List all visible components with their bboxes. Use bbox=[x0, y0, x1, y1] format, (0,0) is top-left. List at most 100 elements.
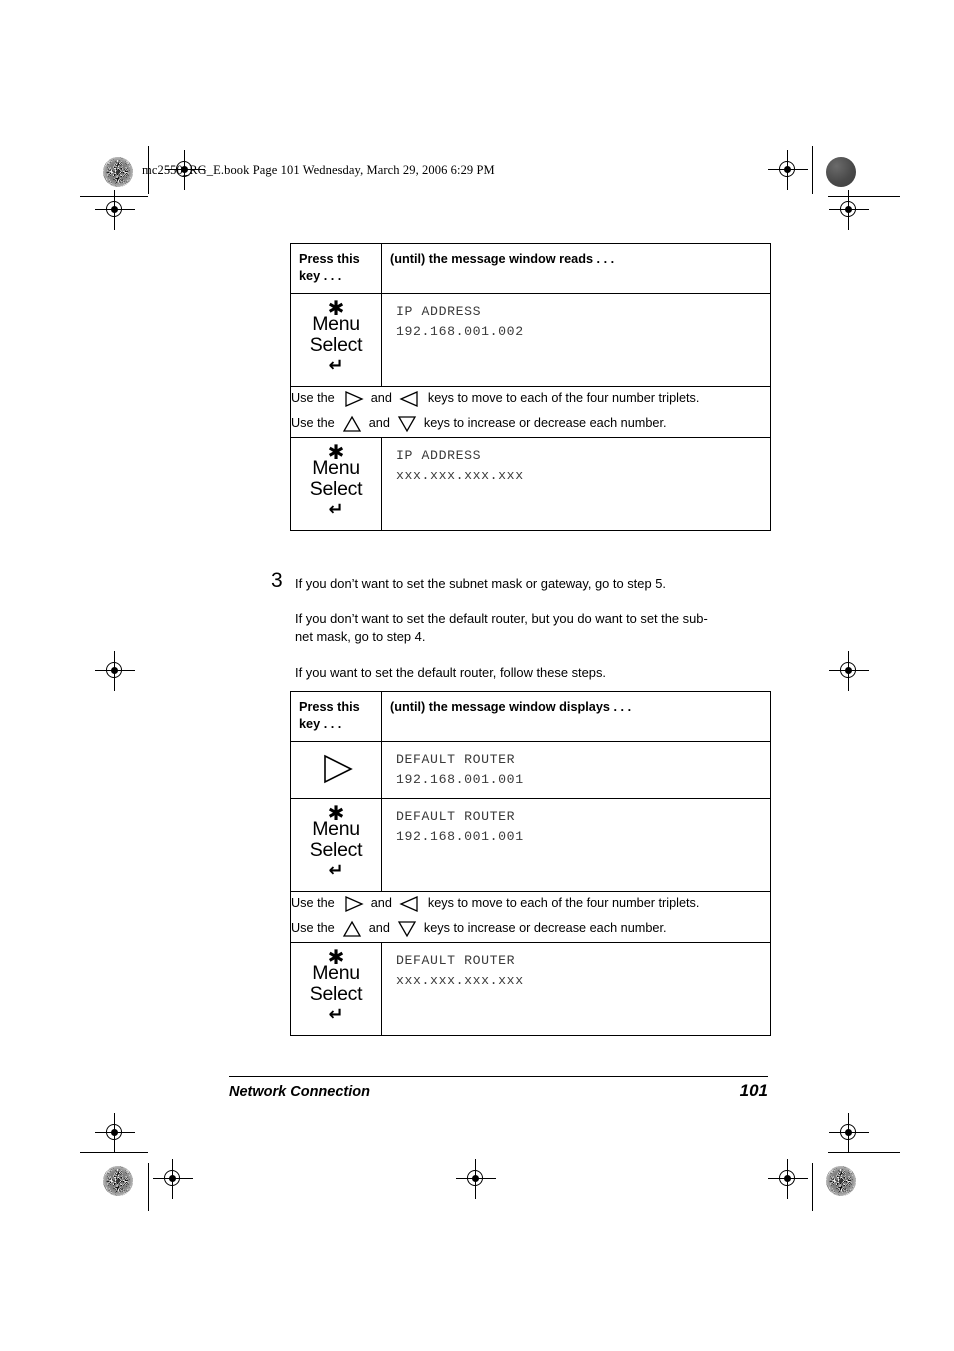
left-arrow-icon bbox=[399, 896, 418, 913]
rosette-mark-top-left bbox=[103, 157, 133, 187]
instruction-line-move: Use the and keys to move to each of the … bbox=[291, 387, 770, 412]
key-label-select: Select bbox=[309, 982, 363, 1005]
book-file-header: mc2550_RG_E.book Page 101 Wednesday, Mar… bbox=[142, 163, 495, 177]
table-row: DEFAULT ROUTER 192.168.001.001 bbox=[290, 740, 771, 799]
down-arrow-icon bbox=[397, 416, 417, 433]
registration-mark-top-right-inner bbox=[768, 150, 808, 190]
instruction-use-the-1: Use the bbox=[291, 391, 335, 406]
header-message-window-label: (until) the message window reads . . . bbox=[390, 252, 615, 266]
step-3-paragraph-2-line2: net mask, go to step 4. bbox=[295, 628, 426, 644]
registration-mark-bottom-right-inner bbox=[768, 1159, 808, 1199]
instruction-and-1: and bbox=[370, 391, 392, 406]
table-row-instructions: Use the and keys to move to each of the … bbox=[290, 385, 771, 438]
key-label-menu: Menu bbox=[312, 961, 360, 984]
key-label-menu: Menu bbox=[312, 312, 360, 335]
table-row: ✱ Menu Select ↵ IP ADDRESS 192.168.001.0… bbox=[290, 292, 771, 387]
trim-line-top-right-vertical bbox=[812, 146, 813, 194]
instruction-line-adjust: Use the and keys to increase or decrease… bbox=[291, 412, 770, 437]
key-label-menu: Menu bbox=[312, 456, 360, 479]
rosette-mark-bottom-right bbox=[826, 1166, 856, 1196]
registration-mark-left-upper bbox=[95, 190, 135, 230]
instruction-tail-2: keys to increase or decrease each number… bbox=[423, 921, 667, 936]
header-press-key-line2: key . . . bbox=[299, 268, 342, 283]
message-cell: IP ADDRESS 192.168.001.002 bbox=[381, 292, 771, 387]
step-3-paragraph-1: If you don’t want to set the subnet mask… bbox=[295, 576, 666, 591]
message-line-1: DEFAULT ROUTER bbox=[396, 952, 516, 968]
instruction-use-the-1: Use the bbox=[291, 896, 335, 911]
instruction-and-1: and bbox=[370, 896, 392, 911]
asterisk-icon: ✱ bbox=[327, 295, 345, 320]
asterisk-icon: ✱ bbox=[327, 800, 345, 825]
registration-mark-right-middle bbox=[829, 651, 869, 691]
message-cell: IP ADDRESS xxx.xxx.xxx.xxx bbox=[381, 436, 771, 531]
key-label-select: Select bbox=[309, 333, 363, 356]
message-line-1: DEFAULT ROUTER bbox=[396, 751, 516, 767]
registration-mark-right-lower bbox=[829, 1113, 869, 1153]
table-header-row: Press this key . . . (until) the message… bbox=[290, 691, 771, 742]
header-cell-message-window: (until) the message window displays . . … bbox=[381, 691, 771, 742]
step-3-paragraph-3: If you want to set the default router, f… bbox=[295, 665, 606, 680]
table-row: ✱ Menu Select ↵ DEFAULT ROUTER xxx.xxx.x… bbox=[290, 941, 771, 1036]
table-row: ✱ Menu Select ↵ IP ADDRESS xxx.xxx.xxx.x… bbox=[290, 436, 771, 531]
message-cell: DEFAULT ROUTER xxx.xxx.xxx.xxx bbox=[381, 941, 771, 1036]
key-cell-right-arrow[interactable] bbox=[290, 740, 382, 799]
message-cell: DEFAULT ROUTER 192.168.001.001 bbox=[381, 797, 771, 892]
registration-mark-bottom-center bbox=[456, 1159, 496, 1199]
instruction-and-2: and bbox=[368, 416, 390, 431]
key-label-menu: Menu bbox=[312, 817, 360, 840]
ip-address-key-table: Press this key . . . (until) the message… bbox=[290, 243, 771, 531]
return-arrow-icon: ↵ bbox=[328, 498, 344, 520]
instruction-and-2: and bbox=[368, 921, 390, 936]
registration-mark-left-middle bbox=[95, 651, 135, 691]
up-arrow-icon bbox=[342, 920, 361, 937]
message-line-2: 192.168.001.002 bbox=[396, 323, 524, 339]
message-line-1: IP ADDRESS bbox=[396, 447, 482, 463]
header-message-window-label: (until) the message window displays . . … bbox=[390, 700, 632, 714]
return-arrow-icon: ↵ bbox=[328, 1003, 344, 1025]
header-cell-press-key: Press this key . . . bbox=[290, 691, 382, 742]
return-arrow-icon: ↵ bbox=[328, 859, 344, 881]
right-arrow-icon bbox=[324, 754, 353, 783]
key-cell-menu-select[interactable]: ✱ Menu Select ↵ bbox=[290, 797, 382, 892]
message-line-2: xxx.xxx.xxx.xxx bbox=[396, 467, 524, 483]
message-line-1: IP ADDRESS bbox=[396, 303, 482, 319]
registration-mark-right-upper bbox=[829, 190, 869, 230]
return-arrow-icon: ↵ bbox=[328, 354, 344, 376]
key-cell-menu-select[interactable]: ✱ Menu Select ↵ bbox=[290, 436, 382, 531]
message-cell: DEFAULT ROUTER 192.168.001.001 bbox=[381, 740, 771, 799]
solid-dot-mark-top-right bbox=[826, 157, 856, 187]
instruction-tail-2: keys to increase or decrease each number… bbox=[423, 416, 667, 431]
instruction-use-the-2: Use the bbox=[291, 921, 335, 936]
asterisk-icon: ✱ bbox=[327, 944, 345, 969]
right-arrow-icon bbox=[345, 896, 364, 913]
trim-line-right-lower-horizontal bbox=[828, 1152, 900, 1153]
default-router-key-table: Press this key . . . (until) the message… bbox=[290, 691, 771, 1036]
footer-section-title: Network Connection bbox=[229, 1084, 370, 1100]
registration-mark-left-lower bbox=[95, 1113, 135, 1153]
message-line-2: 192.168.001.001 bbox=[396, 828, 524, 844]
table-header-row: Press this key . . . (until) the message… bbox=[290, 243, 771, 294]
step-3-paragraph-2-line1: If you don’t want to set the default rou… bbox=[295, 611, 708, 626]
header-press-key-line2: key . . . bbox=[299, 716, 342, 731]
right-arrow-icon bbox=[345, 391, 364, 408]
footer-divider bbox=[229, 1076, 768, 1077]
message-line-2: 192.168.001.001 bbox=[396, 771, 524, 787]
message-line-1: DEFAULT ROUTER bbox=[396, 808, 516, 824]
instruction-tail-1: keys to move to each of the four number … bbox=[427, 896, 700, 911]
table-row: ✱ Menu Select ↵ DEFAULT ROUTER 192.168.0… bbox=[290, 797, 771, 892]
message-line-2: xxx.xxx.xxx.xxx bbox=[396, 972, 524, 988]
registration-mark-bottom-left-inner bbox=[153, 1159, 193, 1199]
instruction-use-the-2: Use the bbox=[291, 416, 335, 431]
key-label-select: Select bbox=[309, 838, 363, 861]
key-cell-menu-select[interactable]: ✱ Menu Select ↵ bbox=[290, 292, 382, 387]
instruction-line-move: Use the and keys to move to each of the … bbox=[291, 892, 770, 917]
key-cell-menu-select[interactable]: ✱ Menu Select ↵ bbox=[290, 941, 382, 1036]
left-arrow-icon bbox=[399, 391, 418, 408]
header-press-key-line1: Press this bbox=[299, 700, 360, 714]
instruction-line-adjust: Use the and keys to increase or decrease… bbox=[291, 917, 770, 942]
trim-line-left-lower-horizontal bbox=[80, 1152, 148, 1153]
key-label-select: Select bbox=[309, 477, 363, 500]
instruction-tail-1: keys to move to each of the four number … bbox=[427, 391, 700, 406]
down-arrow-icon bbox=[397, 921, 417, 938]
step-3-paragraph-2: If you don’t want to set the default rou… bbox=[295, 610, 765, 645]
